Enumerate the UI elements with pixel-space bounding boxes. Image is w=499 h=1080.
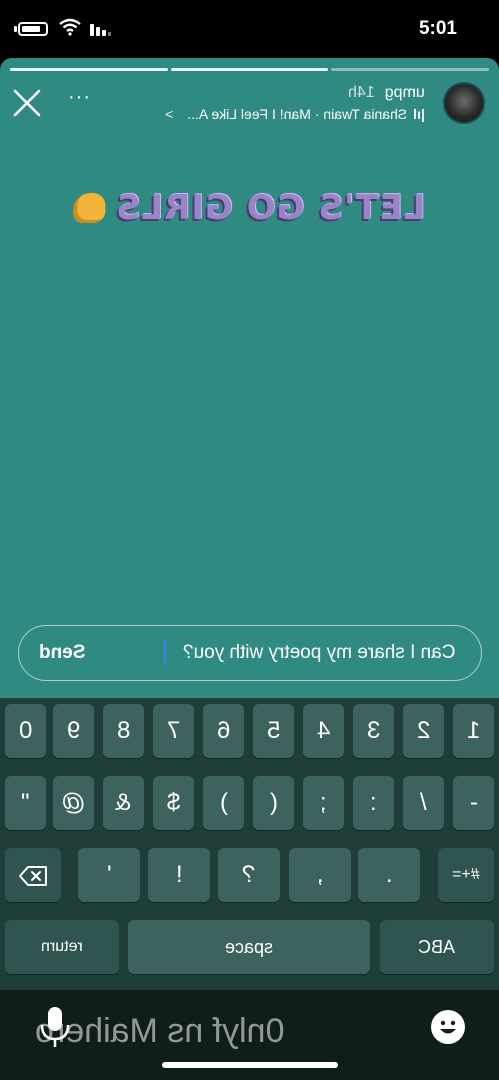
key-semicolon[interactable]: ; — [303, 776, 344, 830]
sticker-text: LET'S GO GIRLS — [115, 188, 426, 228]
key-close-paren[interactable]: ) — [203, 776, 244, 830]
key-5[interactable]: 5 — [253, 704, 294, 758]
status-time: 5:01 — [418, 18, 457, 39]
music-bars-icon: |ıl — [413, 106, 425, 122]
text-cursor — [164, 639, 166, 665]
key-6[interactable]: 6 — [203, 704, 244, 758]
key-apostrophe[interactable]: ' — [78, 848, 140, 902]
key-1[interactable]: 1 — [453, 704, 494, 758]
backspace-icon — [19, 865, 47, 886]
watermark-text: 0nlyf ns Maihero — [35, 1012, 285, 1050]
key-4[interactable]: 4 — [303, 704, 344, 758]
flexed-biceps-icon — [73, 193, 106, 223]
key-9[interactable]: 9 — [53, 704, 94, 758]
story-progress-segment — [331, 68, 489, 71]
story-view[interactable]: ··· umpg 14h |ıl Shania Twain · Man! I Fee… — [0, 58, 499, 698]
send-button[interactable]: Send — [39, 642, 85, 664]
story-time: 14h — [348, 84, 375, 101]
story-progress-segment — [171, 68, 328, 71]
chevron-right-icon: > — [165, 106, 174, 122]
key-open-paren[interactable]: ( — [253, 776, 294, 830]
key-question[interactable]: ? — [218, 848, 280, 902]
key-7[interactable]: 7 — [153, 704, 194, 758]
return-key[interactable]: return — [5, 920, 119, 974]
emoji-icon[interactable] — [431, 1010, 465, 1044]
key-period[interactable]: . — [358, 848, 420, 902]
key-exclamation[interactable]: ! — [148, 848, 210, 902]
more-options-button[interactable]: ··· — [68, 86, 91, 109]
key-8[interactable]: 8 — [103, 704, 144, 758]
story-header[interactable]: umpg 14h — [348, 84, 425, 102]
cellular-signal-icon — [90, 24, 111, 36]
home-indicator[interactable] — [162, 1062, 338, 1068]
key-slash[interactable]: / — [403, 776, 444, 830]
reply-input[interactable]: Can I share my poetry with you? Send — [18, 625, 482, 681]
status-bar: 5:01 — [0, 0, 499, 58]
space-bar[interactable]: space — [128, 920, 370, 974]
story-progress-segment — [10, 68, 168, 71]
delete-key[interactable] — [5, 848, 61, 902]
reply-input-text[interactable]: Can I share my poetry with you? — [183, 642, 455, 664]
music-attribution[interactable]: |ıl Shania Twain · Man! I Feel Like A... > — [165, 106, 425, 122]
key-more-symbols[interactable]: #+= — [438, 848, 494, 902]
key-abc[interactable]: ABC — [380, 920, 494, 974]
key-at[interactable]: @ — [53, 776, 94, 830]
music-title: Shania Twain · Man! I Feel Like A... — [187, 106, 408, 122]
battery-nub — [14, 26, 17, 32]
key-dollar[interactable]: $ — [153, 776, 194, 830]
text-sticker: LET'S GO GIRLS — [0, 188, 499, 228]
battery-icon — [18, 22, 48, 36]
smiley-face — [440, 1020, 456, 1034]
key-0[interactable]: 0 — [5, 704, 46, 758]
close-icon[interactable] — [10, 86, 44, 120]
username[interactable]: umpg — [385, 84, 425, 101]
key-ampersand[interactable]: & — [103, 776, 144, 830]
key-hyphen[interactable]: - — [453, 776, 494, 830]
avatar[interactable] — [443, 82, 485, 124]
key-quote[interactable]: " — [5, 776, 46, 830]
key-2[interactable]: 2 — [403, 704, 444, 758]
key-3[interactable]: 3 — [353, 704, 394, 758]
key-comma[interactable]: , — [289, 848, 351, 902]
key-colon[interactable]: : — [353, 776, 394, 830]
wifi-icon — [59, 18, 81, 36]
